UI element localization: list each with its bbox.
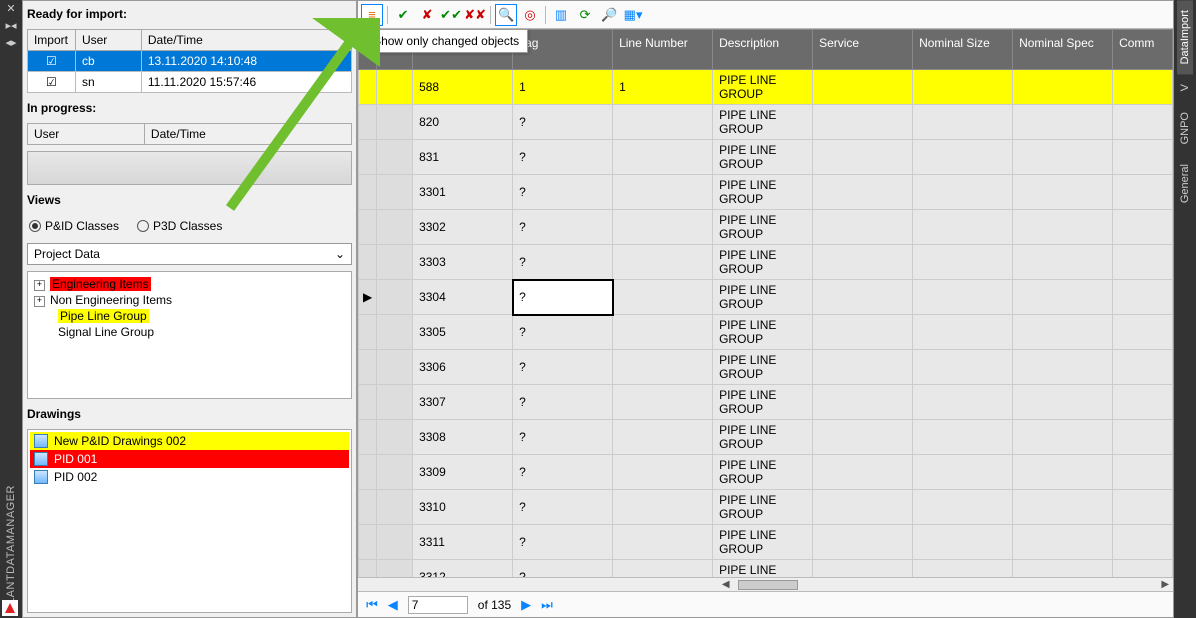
right-tab-v[interactable]: V [1177,74,1193,101]
ready-table[interactable]: Import User Date/Time ☑cb13.11.2020 14:1… [27,29,352,93]
columns-button[interactable]: ▥ [550,4,572,26]
zoom-button[interactable]: 🔍 [495,4,517,26]
tree-node[interactable]: Pipe Line Group [34,308,345,324]
main-panel: ≡ ✔ ✘ ✔✔ ✘✘ 🔍 ◎ ▥ ⟳ 🔎 ▦▾ Show only chang… [357,0,1174,618]
column-header[interactable]: Service [813,30,913,70]
reject-button[interactable]: ✘ [416,4,438,26]
panel-title-vertical: PLANTDATAMANAGER [5,485,17,612]
grid-row[interactable]: 3309?PIPE LINE GROUP [359,455,1173,490]
accept-all-button[interactable]: ✔✔ [440,4,462,26]
data-grid[interactable]: TagLine NumberDescriptionServiceNominal … [358,29,1173,577]
col-import[interactable]: Import [27,30,75,51]
drawing-item[interactable]: PID 002 [30,468,349,486]
tooltip: Show only changed objects [364,29,528,53]
settings-dropdown-button[interactable]: ▦▾ [622,4,644,26]
left-rail: ✕ ▸◂ ◂▸ PLANTDATAMANAGER [0,0,22,618]
document-icon [34,452,48,466]
column-header[interactable]: Description [713,30,813,70]
ready-for-import-label: Ready for import: [27,5,352,23]
column-header[interactable]: Comm [1113,30,1173,70]
right-rail: DataImportVGNPOGeneral [1174,0,1196,618]
grid-row[interactable]: 3311?PIPE LINE GROUP [359,525,1173,560]
tree-node[interactable]: Non Engineering Items [34,292,345,308]
right-tab-dataimport[interactable]: DataImport [1177,0,1193,74]
refresh-button[interactable]: ⟳ [574,4,596,26]
tree-node[interactable]: Engineering Items [34,276,345,292]
radio-p3d-classes[interactable]: P3D Classes [137,219,222,233]
grid-row[interactable]: 58811PIPE LINE GROUP [359,70,1173,105]
grid-row[interactable]: 3301?PIPE LINE GROUP [359,175,1173,210]
column-header[interactable]: Nominal Size [913,30,1013,70]
first-page-button[interactable]: ⏮ [366,597,378,613]
chevron-down-icon: ⌄ [335,247,345,261]
left-panel: Ready for import: Import User Date/Time … [22,0,357,618]
grid-row[interactable]: 3310?PIPE LINE GROUP [359,490,1173,525]
drawing-item[interactable]: New P&ID Drawings 002 [30,432,349,450]
in-progress-empty [27,151,352,185]
grid-row[interactable]: 831?PIPE LINE GROUP [359,140,1173,175]
col-datetime2[interactable]: Date/Time [144,124,351,145]
next-page-button[interactable]: ▶ [521,597,531,613]
views-label: Views [27,191,352,209]
drawing-item[interactable]: PID 001 [30,450,349,468]
grid-row[interactable]: ▶3304?PIPE LINE GROUP [359,280,1173,315]
grid-row[interactable]: 3303?PIPE LINE GROUP [359,245,1173,280]
table-row[interactable]: ☑cb13.11.2020 14:10:48 [27,51,351,72]
col-user2[interactable]: User [27,124,144,145]
in-progress-label: In progress: [27,99,352,117]
drawings-label: Drawings [27,405,352,423]
target-button[interactable]: ◎ [519,4,541,26]
prev-page-button[interactable]: ◀ [388,597,398,613]
drawings-list[interactable]: New P&ID Drawings 002PID 001PID 002 [27,429,352,613]
document-icon [34,434,48,448]
tree-node[interactable]: Signal Line Group [34,324,345,340]
grid-row[interactable]: 3308?PIPE LINE GROUP [359,420,1173,455]
rail-icon-1[interactable]: ▸◂ [5,21,16,32]
grid-row[interactable]: 3307?PIPE LINE GROUP [359,385,1173,420]
col-user[interactable]: User [75,30,141,51]
accept-button[interactable]: ✔ [392,4,414,26]
grid-row[interactable]: 3312?PIPE LINE GROUP [359,560,1173,578]
toolbar: ≡ ✔ ✘ ✔✔ ✘✘ 🔍 ◎ ▥ ⟳ 🔎 ▦▾ [358,1,1173,29]
project-data-dropdown[interactable]: Project Data ⌄ [27,243,352,265]
show-changed-button[interactable]: ≡ [361,4,383,26]
last-page-button[interactable]: ⏭ [541,597,553,613]
column-header[interactable]: Line Number [613,30,713,70]
page-total: of 135 [478,598,511,612]
project-tree[interactable]: Engineering ItemsNon Engineering ItemsPi… [27,271,352,399]
grid-row[interactable]: 3302?PIPE LINE GROUP [359,210,1173,245]
document-icon [34,470,48,484]
grid-row[interactable]: 820?PIPE LINE GROUP [359,105,1173,140]
table-row[interactable]: ☑sn11.11.2020 15:57:46 [27,72,351,93]
pager: ⏮ ◀ of 135 ▶ ⏭ [358,591,1173,617]
radio-pid-classes[interactable]: P&ID Classes [29,219,119,233]
reject-all-button[interactable]: ✘✘ [464,4,486,26]
find-button[interactable]: 🔎 [598,4,620,26]
close-icon[interactable]: ✕ [6,4,15,15]
h-scrollbar[interactable]: ◀▶ [358,577,1173,591]
right-tab-general[interactable]: General [1177,154,1193,213]
right-tab-gnpo[interactable]: GNPO [1177,102,1193,154]
grid-row[interactable]: 3306?PIPE LINE GROUP [359,350,1173,385]
app-logo-icon [2,600,18,616]
column-header[interactable]: Nominal Spec [1013,30,1113,70]
in-progress-table[interactable]: User Date/Time [27,123,352,145]
page-input[interactable] [408,596,468,614]
rail-icon-2[interactable]: ◂▸ [5,38,16,49]
grid-row[interactable]: 3305?PIPE LINE GROUP [359,315,1173,350]
col-datetime[interactable]: Date/Time [141,30,351,51]
